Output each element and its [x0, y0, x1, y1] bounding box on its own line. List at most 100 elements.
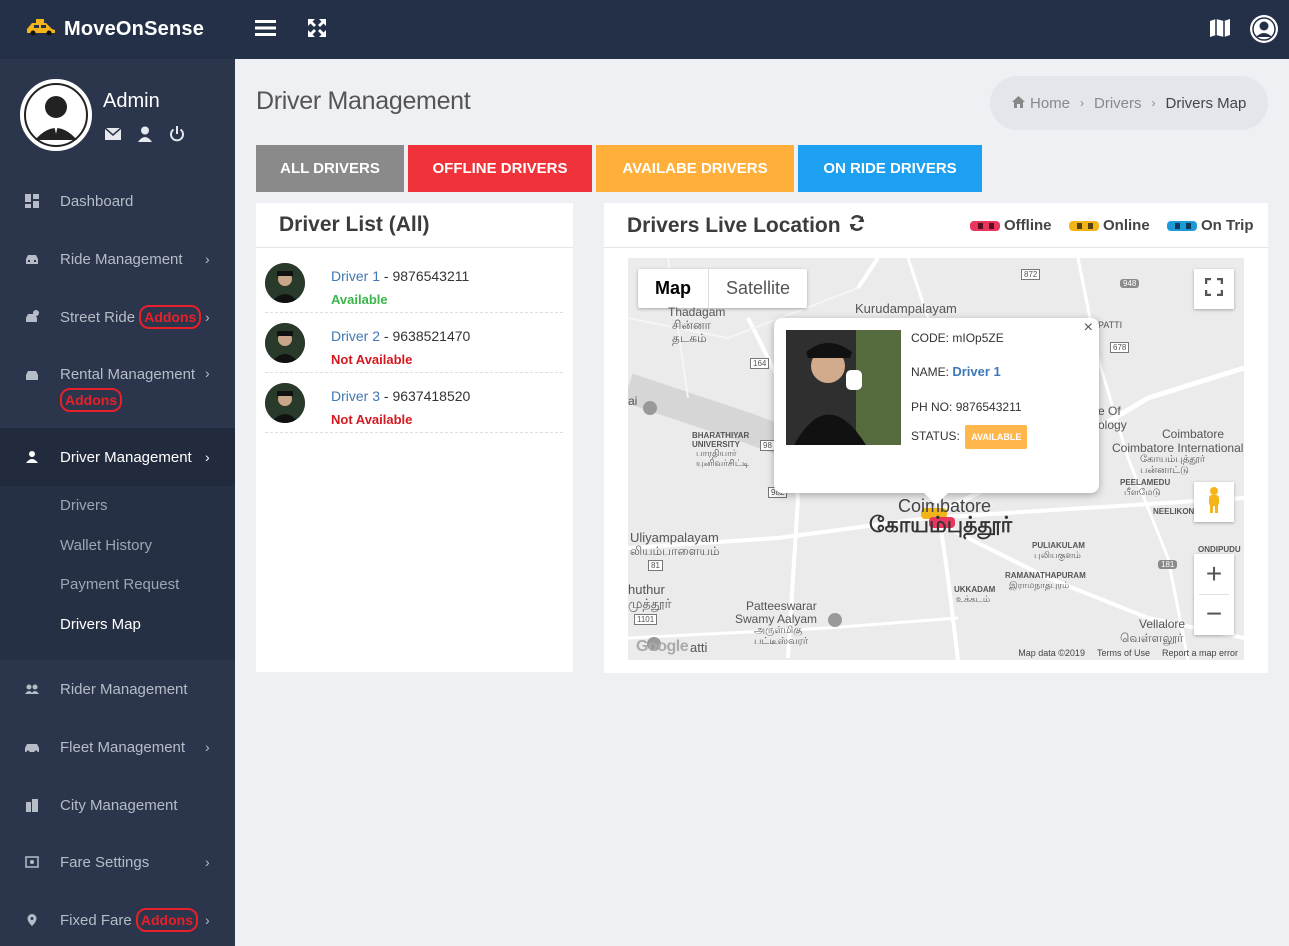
breadcrumb-current: Drivers Map: [1165, 94, 1247, 112]
nav-ride-management[interactable]: Ride Management ›: [0, 234, 235, 284]
submenu-drivers-map[interactable]: Drivers Map: [60, 616, 141, 633]
street-view-pegman[interactable]: [1194, 482, 1234, 522]
map-label: ai: [628, 394, 638, 408]
fare-icon: [25, 855, 39, 869]
popup-status: STATUS: AVAILABLE: [911, 425, 1028, 449]
nav-rider-management[interactable]: Rider Management: [0, 664, 235, 714]
map-label: BHARATHIYAR UNIVERSITY: [692, 431, 750, 449]
chevron-right-icon: ›: [205, 309, 210, 325]
zoom-in-button[interactable]: +: [1206, 554, 1222, 594]
list-item[interactable]: Driver 3 - 9637418520 Not Available: [265, 373, 563, 433]
map-label: ONDIPUDU: [1198, 545, 1241, 554]
home-icon: [1012, 95, 1025, 112]
map-label: e Of: [1098, 404, 1121, 418]
map-label: இராமநாதபுரம்: [1009, 580, 1070, 590]
admin-name: Admin: [103, 90, 160, 112]
menu-icon[interactable]: [254, 16, 278, 40]
all-drivers-button[interactable]: ALL DRIVERS: [256, 145, 404, 192]
profile-panel: Admin: [0, 59, 235, 171]
dashboard-icon: [25, 194, 39, 208]
map-label: கோயம்புத்தூர்: [869, 512, 1013, 537]
map-label: atti: [690, 640, 708, 655]
top-bar: MoveOnSense: [0, 0, 1289, 59]
map-label: Coimbatore International Airpo: [1112, 441, 1244, 455]
driver-avatar: [265, 383, 305, 423]
road-shield: 98: [760, 440, 775, 451]
nav-label: Fixed Fare Addons: [60, 908, 198, 932]
fullscreen-icon[interactable]: [305, 16, 329, 40]
nav-city-management[interactable]: City Management: [0, 780, 235, 830]
submenu-wallet-history[interactable]: Wallet History: [60, 537, 152, 554]
nav-label: Driver Management: [60, 448, 192, 466]
brand[interactable]: MoveOnSense: [0, 0, 235, 59]
breadcrumb-drivers[interactable]: Drivers: [1094, 95, 1142, 112]
car-online-icon: [1068, 219, 1100, 233]
user-avatar-icon[interactable]: [1249, 14, 1279, 44]
breadcrumb-home[interactable]: Home: [1030, 95, 1070, 112]
nav-label: Dashboard: [60, 192, 134, 210]
nav-label: Street Ride Addons: [60, 305, 202, 329]
driver-name[interactable]: Driver 3: [331, 388, 380, 404]
offline-drivers-button[interactable]: OFFLINE DRIVERS: [408, 145, 592, 192]
on-ride-drivers-button[interactable]: ON RIDE DRIVERS: [798, 145, 982, 192]
terms-link[interactable]: Terms of Use: [1097, 648, 1150, 658]
road-shield: 678: [1110, 342, 1130, 353]
driver-icon: [25, 450, 39, 464]
chevron-right-icon: ›: [205, 449, 210, 465]
map-fullscreen-button[interactable]: [1194, 269, 1234, 309]
nav-fixed-fare[interactable]: Fixed Fare Addons ›: [0, 895, 235, 945]
zoom-out-button[interactable]: −: [1206, 595, 1222, 635]
map-type-map-button[interactable]: Map: [638, 269, 709, 308]
live-location-title: Drivers Live Location: [627, 214, 866, 238]
submenu-drivers[interactable]: Drivers: [60, 497, 108, 514]
nav-fleet-management[interactable]: Fleet Management ›: [0, 722, 235, 772]
submenu-payment-request[interactable]: Payment Request: [60, 576, 179, 593]
driver-avatar: [265, 263, 305, 303]
admin-avatar[interactable]: [20, 79, 92, 151]
refresh-icon[interactable]: [848, 214, 866, 238]
list-item[interactable]: Driver 1 - 9876543211 Available: [265, 253, 563, 313]
chevron-right-icon: ›: [205, 739, 210, 755]
popup-code: CODE: mIOp5ZE: [911, 331, 1004, 345]
car-offline-icon: [969, 219, 1001, 233]
mail-icon[interactable]: [104, 125, 122, 143]
driver-status: Available: [331, 292, 388, 307]
legend-online: Online: [1068, 217, 1150, 234]
driver-phone: 9638521470: [392, 328, 471, 344]
power-icon[interactable]: [168, 125, 186, 143]
nav-label: Rider Management: [60, 680, 188, 698]
map-label: PULIAKULAM: [1032, 541, 1085, 550]
close-icon[interactable]: ×: [1084, 319, 1093, 337]
popup-name: NAME: Driver 1: [911, 364, 1001, 379]
map-label: ology: [1098, 418, 1127, 432]
map-label: லியம்பாளையம்: [630, 544, 720, 558]
nav-label: Rental Management: [60, 366, 196, 383]
addons-badge: Addons: [60, 388, 123, 412]
nav-rental-management[interactable]: Rental Management Addons ›: [0, 351, 235, 427]
map-label: UKKADAM: [954, 585, 996, 594]
chevron-right-icon: ›: [205, 912, 210, 928]
list-item[interactable]: Driver 2 - 9638521470 Not Available: [265, 313, 563, 373]
nav-label: Fare Settings: [60, 853, 150, 871]
taxi-logo-icon: [24, 18, 58, 41]
report-error-link[interactable]: Report a map error: [1162, 648, 1238, 658]
map-label: கோயம்புத்தூர் பன்னாட்டு: [1140, 454, 1206, 476]
user-icon[interactable]: [136, 125, 154, 143]
road-shield: 164: [750, 358, 770, 369]
driver-name[interactable]: Driver 1: [331, 268, 380, 284]
available-drivers-button[interactable]: AVAILABE DRIVERS: [596, 145, 794, 192]
map-type-satellite-button[interactable]: Satellite: [709, 269, 807, 308]
nav-street-ride[interactable]: Street Ride Addons ›: [0, 292, 235, 342]
driver-name[interactable]: Driver 2: [331, 328, 380, 344]
map-icon[interactable]: [1208, 16, 1232, 40]
legend-on-trip: On Trip: [1166, 217, 1254, 234]
road-shield: 181: [1158, 560, 1178, 569]
nav-dashboard[interactable]: Dashboard: [0, 176, 235, 226]
map-label: PATTI: [1098, 320, 1123, 330]
nav-fare-settings[interactable]: Fare Settings ›: [0, 837, 235, 887]
road-shield: 872: [1021, 269, 1041, 280]
map-label: Vellalore: [1139, 617, 1186, 631]
nav-driver-management[interactable]: Driver Management ›: [0, 428, 235, 486]
popup-driver-name[interactable]: Driver 1: [952, 364, 1000, 379]
driver-submenu: Drivers Wallet History Payment Request D…: [0, 486, 235, 660]
